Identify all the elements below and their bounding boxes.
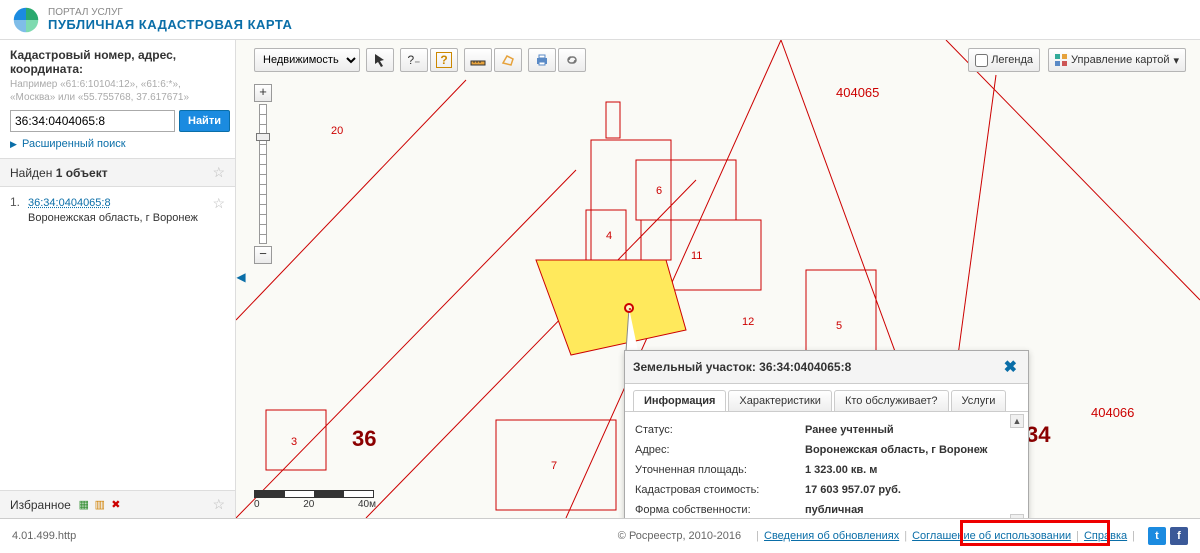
tab-services[interactable]: Услуги — [951, 390, 1007, 411]
info-row: Статус:Ранее учтенный — [635, 420, 1018, 440]
layers-dropdown[interactable]: Управление картой ▾ — [1048, 48, 1186, 72]
star-icon[interactable]: ☆ — [212, 195, 225, 212]
star-icon[interactable]: ☆ — [212, 496, 225, 513]
search-hint: Например «61:6:10104:12», «61:6:*», «Мос… — [10, 78, 225, 104]
measure-area-icon[interactable] — [494, 48, 522, 72]
result-id-link[interactable]: 36:34:0404065:8 — [28, 197, 111, 209]
footer: 4.01.499.http © Росреестр, 2010-2016 | С… — [0, 518, 1200, 552]
query-help-icon[interactable]: ?₋ — [400, 48, 428, 72]
zoom-control: + − — [254, 84, 272, 264]
results-heading: Найден 1 объект — [10, 166, 108, 180]
block-label: 36 — [352, 426, 376, 452]
parcel-label: 7 — [551, 460, 557, 472]
footer-terms-link[interactable]: Соглашение об использовании — [912, 530, 1071, 542]
header-title: ПУБЛИЧНАЯ КАДАСТРОВАЯ КАРТА — [48, 18, 292, 32]
footer-help-link[interactable]: Справка — [1084, 530, 1127, 542]
advanced-search-link[interactable]: Расширенный поиск — [22, 138, 126, 150]
parcel-label: 11 — [691, 250, 702, 262]
parcel-label: 3 — [291, 436, 297, 448]
link-icon[interactable] — [558, 48, 586, 72]
info-row: Адрес:Воронежская область, г Воронеж — [635, 440, 1018, 460]
result-number: 1. — [10, 195, 20, 224]
legend-checkbox[interactable] — [975, 54, 988, 67]
help-box-icon[interactable]: ? — [430, 48, 458, 72]
pointer-tool-icon[interactable] — [366, 48, 394, 72]
zoom-out-button[interactable]: − — [254, 246, 272, 264]
result-item[interactable]: 1. 36:34:0404065:8 ☆ Воронежская область… — [10, 193, 225, 226]
rosreestr-logo — [12, 6, 40, 34]
tab-info[interactable]: Информация — [633, 390, 726, 411]
search-input[interactable] — [10, 110, 175, 132]
collapse-sidebar-icon[interactable]: ◀ — [236, 265, 246, 289]
quarter-label: 404065 — [836, 85, 879, 100]
version-label: 4.01.499.http — [12, 530, 76, 542]
find-button[interactable]: Найти — [179, 110, 230, 132]
expand-icon: ▶ — [10, 139, 17, 149]
facebook-icon[interactable]: f — [1170, 527, 1188, 545]
parcel-label: 5 — [836, 320, 842, 332]
sidebar: Кадастровый номер, адрес, координата: На… — [0, 40, 236, 518]
favorites-excel-icon[interactable]: ▦ — [77, 498, 91, 512]
scroll-up-icon[interactable]: ▲ — [1010, 414, 1024, 428]
zoom-slider-track[interactable] — [259, 104, 267, 244]
star-icon[interactable]: ☆ — [212, 164, 225, 181]
tab-served-by[interactable]: Кто обслуживает? — [834, 390, 949, 411]
parcel-label: 4 — [606, 230, 612, 242]
scroll-down-icon[interactable]: ▼ — [1010, 514, 1024, 518]
zoom-slider-handle[interactable] — [256, 133, 270, 141]
info-row: Кадастровая стоимость:17 603 957.07 руб. — [635, 480, 1018, 500]
copyright: © Росреестр, 2010-2016 — [618, 530, 741, 542]
parcel-label: 6 — [656, 185, 662, 197]
print-icon[interactable] — [528, 48, 556, 72]
close-icon[interactable]: ✖ — [1001, 357, 1020, 377]
parcel-label: 20 — [331, 125, 343, 137]
favorites-link[interactable]: Избранное — [10, 498, 71, 512]
twitter-icon[interactable]: t — [1148, 527, 1166, 545]
legend-toggle[interactable]: Легенда — [968, 48, 1040, 72]
zoom-in-button[interactable]: + — [254, 84, 272, 102]
map-area[interactable]: 20 4 6 11 3 7 12 5 36 34 404065 404066 Н… — [236, 40, 1200, 518]
tab-characteristics[interactable]: Характеристики — [728, 390, 832, 411]
layer-type-select[interactable]: Недвижимость — [254, 48, 360, 72]
measure-distance-icon[interactable] — [464, 48, 492, 72]
scale-bar: 0 20 40м — [254, 490, 376, 510]
chevron-down-icon: ▾ — [1173, 54, 1179, 67]
favorites-csv-icon[interactable]: ▥ — [93, 498, 107, 512]
block-label: 34 — [1026, 422, 1050, 448]
selected-marker-icon — [624, 303, 634, 313]
favorites-delete-icon[interactable]: ✖ — [109, 498, 123, 512]
footer-updates-link[interactable]: Сведения об обновлениях — [764, 530, 899, 542]
parcel-label: 12 — [742, 316, 754, 328]
parcel-info-popup: Земельный участок: 36:34:0404065:8 ✖ Инф… — [624, 350, 1029, 518]
search-label: Кадастровый номер, адрес, координата: — [10, 48, 225, 76]
layers-icon — [1055, 54, 1067, 66]
quarter-label: 404066 — [1091, 405, 1134, 420]
result-address: Воронежская область, г Воронеж — [28, 212, 225, 224]
info-row: Форма собственности:публичная — [635, 500, 1018, 518]
popup-title: Земельный участок: 36:34:0404065:8 — [633, 360, 851, 374]
info-row: Уточненная площадь:1 323.00 кв. м — [635, 460, 1018, 480]
